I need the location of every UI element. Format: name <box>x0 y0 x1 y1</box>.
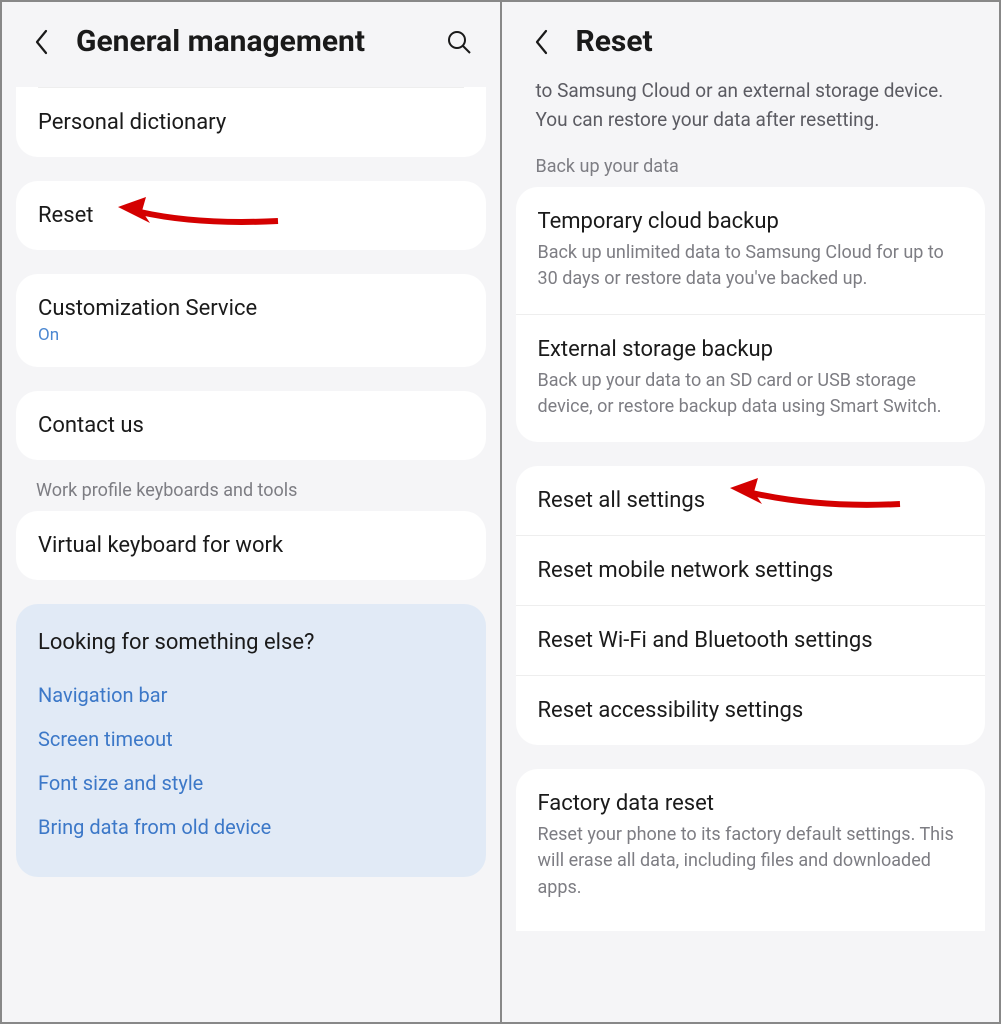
backup-section-label: Back up your data <box>536 156 966 177</box>
row-reset-accessibility[interactable]: Reset accessibility settings <box>516 675 986 745</box>
row-customization-service[interactable]: Customization Service On <box>16 274 486 367</box>
row-reset-all-settings[interactable]: Reset all settings <box>516 466 986 535</box>
looking-card: Looking for something else? Navigation b… <box>16 604 486 877</box>
card-personal-dictionary: Personal dictionary <box>16 87 486 157</box>
page-title: General management <box>76 24 424 59</box>
search-button[interactable] <box>442 25 476 59</box>
header-right: Reset <box>502 2 1000 77</box>
chevron-left-icon <box>534 29 550 55</box>
link-font-size-style[interactable]: Font size and style <box>38 761 464 805</box>
back-button[interactable] <box>526 26 558 58</box>
back-button[interactable] <box>26 26 58 58</box>
row-factory-data-reset[interactable]: Factory data reset Reset your phone to i… <box>516 769 986 930</box>
card-customization: Customization Service On <box>16 274 486 367</box>
row-external-storage-backup[interactable]: External storage backup Back up your dat… <box>516 314 986 442</box>
link-navigation-bar[interactable]: Navigation bar <box>38 673 464 717</box>
card-factory-reset: Factory data reset Reset your phone to i… <box>516 769 986 930</box>
row-temporary-cloud-backup[interactable]: Temporary cloud backup Back up unlimited… <box>516 187 986 314</box>
search-icon <box>446 29 472 55</box>
page-title: Reset <box>576 24 976 59</box>
card-work-keyboard: Virtual keyboard for work <box>16 511 486 580</box>
row-reset-wifi-bluetooth[interactable]: Reset Wi-Fi and Bluetooth settings <box>516 605 986 675</box>
link-screen-timeout[interactable]: Screen timeout <box>38 717 464 761</box>
customization-status: On <box>38 325 464 345</box>
header-left: General management <box>2 2 500 87</box>
chevron-left-icon <box>34 29 50 55</box>
row-virtual-keyboard-work[interactable]: Virtual keyboard for work <box>16 511 486 580</box>
card-backup: Temporary cloud backup Back up unlimited… <box>516 187 986 442</box>
row-reset-mobile-network[interactable]: Reset mobile network settings <box>516 535 986 605</box>
row-contact-us[interactable]: Contact us <box>16 391 486 460</box>
card-reset-options: Reset all settings Reset mobile network … <box>516 466 986 745</box>
card-contact: Contact us <box>16 391 486 460</box>
right-pane: Reset to Samsung Cloud or an external st… <box>500 2 1000 1022</box>
work-section-label: Work profile keyboards and tools <box>36 480 466 501</box>
row-personal-dictionary[interactable]: Personal dictionary <box>16 88 486 157</box>
intro-text: to Samsung Cloud or an external storage … <box>502 77 1000 146</box>
looking-title: Looking for something else? <box>38 630 464 655</box>
left-pane: General management Personal dictionary R… <box>2 2 500 1022</box>
card-reset: Reset <box>16 181 486 250</box>
row-reset[interactable]: Reset <box>16 181 486 250</box>
link-bring-data[interactable]: Bring data from old device <box>38 805 464 849</box>
